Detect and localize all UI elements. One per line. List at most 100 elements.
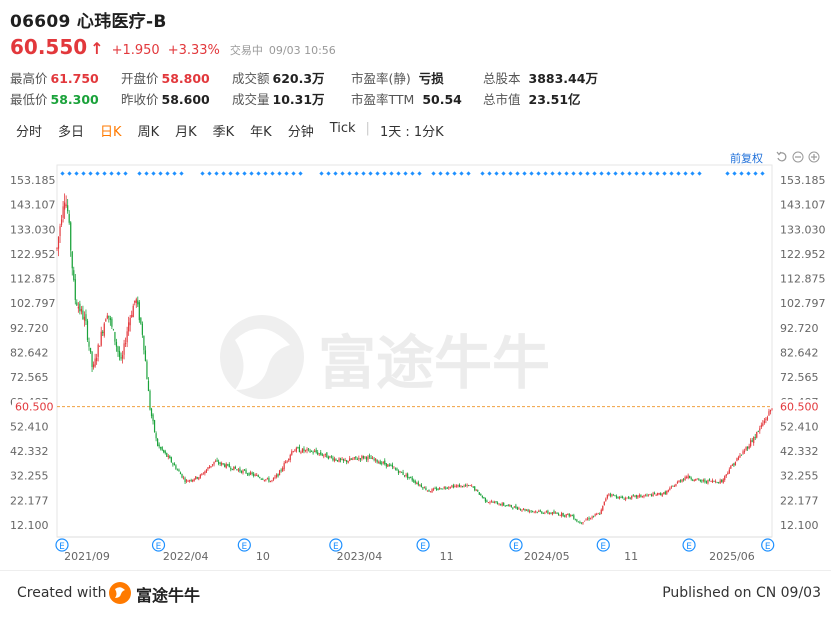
candle-body <box>529 510 531 512</box>
candle-body <box>164 451 166 454</box>
candle-body <box>57 236 60 249</box>
dividend-marker-icon <box>494 171 499 176</box>
candle-body <box>544 512 546 514</box>
candle-body <box>664 491 666 495</box>
dividend-marker-icon <box>354 171 359 176</box>
candle-body <box>701 480 703 482</box>
tab-weekly-k[interactable]: 周K <box>130 121 168 140</box>
dividend-marker-icon <box>249 171 254 176</box>
candle-body <box>399 471 401 473</box>
dividend-marker-icon <box>207 171 212 176</box>
stat-mktcap: 总市值 23.51亿 <box>483 92 581 107</box>
candle-body <box>298 446 300 453</box>
stat-low: 最低价 58.300 <box>10 92 99 107</box>
tab-quarterly-k[interactable]: 季K <box>205 121 243 140</box>
candle-body <box>196 477 198 479</box>
candle-body <box>646 494 648 496</box>
candle-body <box>634 495 636 497</box>
candle-body <box>68 214 70 223</box>
dividend-marker-icon <box>732 171 737 176</box>
candle-body <box>99 345 101 347</box>
candle-body <box>214 461 217 463</box>
zoom-in-icon[interactable] <box>808 151 820 163</box>
undo-icon[interactable] <box>776 151 788 163</box>
candle-body <box>364 456 366 458</box>
candle-body <box>733 463 735 466</box>
candle-body <box>530 510 532 512</box>
candle-body <box>320 452 322 455</box>
trade-time: 09/03 10:56 <box>268 44 336 57</box>
candle-body <box>109 317 111 321</box>
candle-body <box>655 494 657 496</box>
candle-body <box>699 479 701 482</box>
candle-body <box>686 477 688 479</box>
candle-body <box>178 469 180 472</box>
chart-toolbar <box>776 151 820 163</box>
dividend-marker-icon <box>81 171 86 176</box>
candle-body <box>657 492 659 496</box>
adjust-label[interactable]: 前复权 <box>730 151 763 165</box>
y-tick-left: 122.952 <box>10 248 56 261</box>
candle-body <box>396 468 398 471</box>
candle-body <box>478 492 480 495</box>
candle-body <box>535 511 537 513</box>
candle-body <box>303 448 305 452</box>
trade-status: 交易中 <box>229 44 263 57</box>
candle-body <box>747 446 749 449</box>
candle-body <box>347 461 349 463</box>
candle-body <box>73 270 75 280</box>
dividend-marker-icon <box>683 171 688 176</box>
candle-body <box>105 319 107 322</box>
candle-body <box>609 494 612 496</box>
candle-body <box>663 492 665 494</box>
candle-body <box>695 478 697 481</box>
candle-body <box>570 515 572 516</box>
dividend-marker-icon <box>319 171 324 176</box>
tab-monthly-k[interactable]: 月K <box>167 121 205 140</box>
candle-body <box>443 486 445 489</box>
zoom-out-icon[interactable] <box>792 151 804 163</box>
tab-minute[interactable]: 分钟 <box>280 121 322 140</box>
candle-body <box>118 351 121 357</box>
candle-body <box>89 347 92 352</box>
tab-1day-1min[interactable]: 1天 : 1分K <box>372 121 452 140</box>
candle-body <box>371 457 374 460</box>
candle-body <box>442 488 444 490</box>
candle-body <box>158 444 160 447</box>
price-change-pct: +3.33% <box>167 43 220 58</box>
candle-body <box>131 315 133 317</box>
candle-body <box>481 495 483 498</box>
candle-body <box>88 341 90 347</box>
candle-body <box>135 299 137 303</box>
published-on-text: Published on CN 09/03 <box>662 585 821 601</box>
tab-multi-day[interactable]: 多日 <box>50 121 92 140</box>
dividend-marker-icon <box>753 171 758 176</box>
price-chart[interactable]: 前复权 富途牛牛 153.185 153.185 143.107 143.107 133.0… <box>0 145 831 570</box>
y-tick-left: 112.875 <box>10 273 56 286</box>
candle-body <box>382 461 384 464</box>
tab-intraday[interactable]: 分时 <box>8 121 50 140</box>
candle-body <box>707 479 709 484</box>
tab-daily-k[interactable]: 日K <box>92 121 130 140</box>
candle-body <box>585 519 587 521</box>
stat-pe-ttm: 市盈率TTM 50.54 <box>351 92 462 107</box>
candle-body <box>410 476 412 478</box>
candle-body <box>211 464 214 466</box>
dividend-marker-icon <box>298 171 303 176</box>
candle-body <box>591 516 593 519</box>
tab-yearly-k[interactable]: 年K <box>242 121 280 140</box>
candle-body <box>603 501 605 506</box>
candle-body <box>652 493 654 497</box>
y-tick-right: 153.185 <box>780 174 826 187</box>
dividend-marker-icon <box>606 171 611 176</box>
candle-body <box>464 485 467 487</box>
candle-body <box>202 473 204 475</box>
candle-body <box>260 478 262 480</box>
y-tick-left: 153.185 <box>10 174 56 187</box>
candle-body <box>251 472 253 474</box>
dividend-marker-icon <box>291 171 296 176</box>
candle-body <box>402 471 404 475</box>
tab-tick[interactable]: Tick <box>322 121 364 140</box>
candle-body <box>559 515 561 516</box>
candle-body <box>65 204 67 207</box>
